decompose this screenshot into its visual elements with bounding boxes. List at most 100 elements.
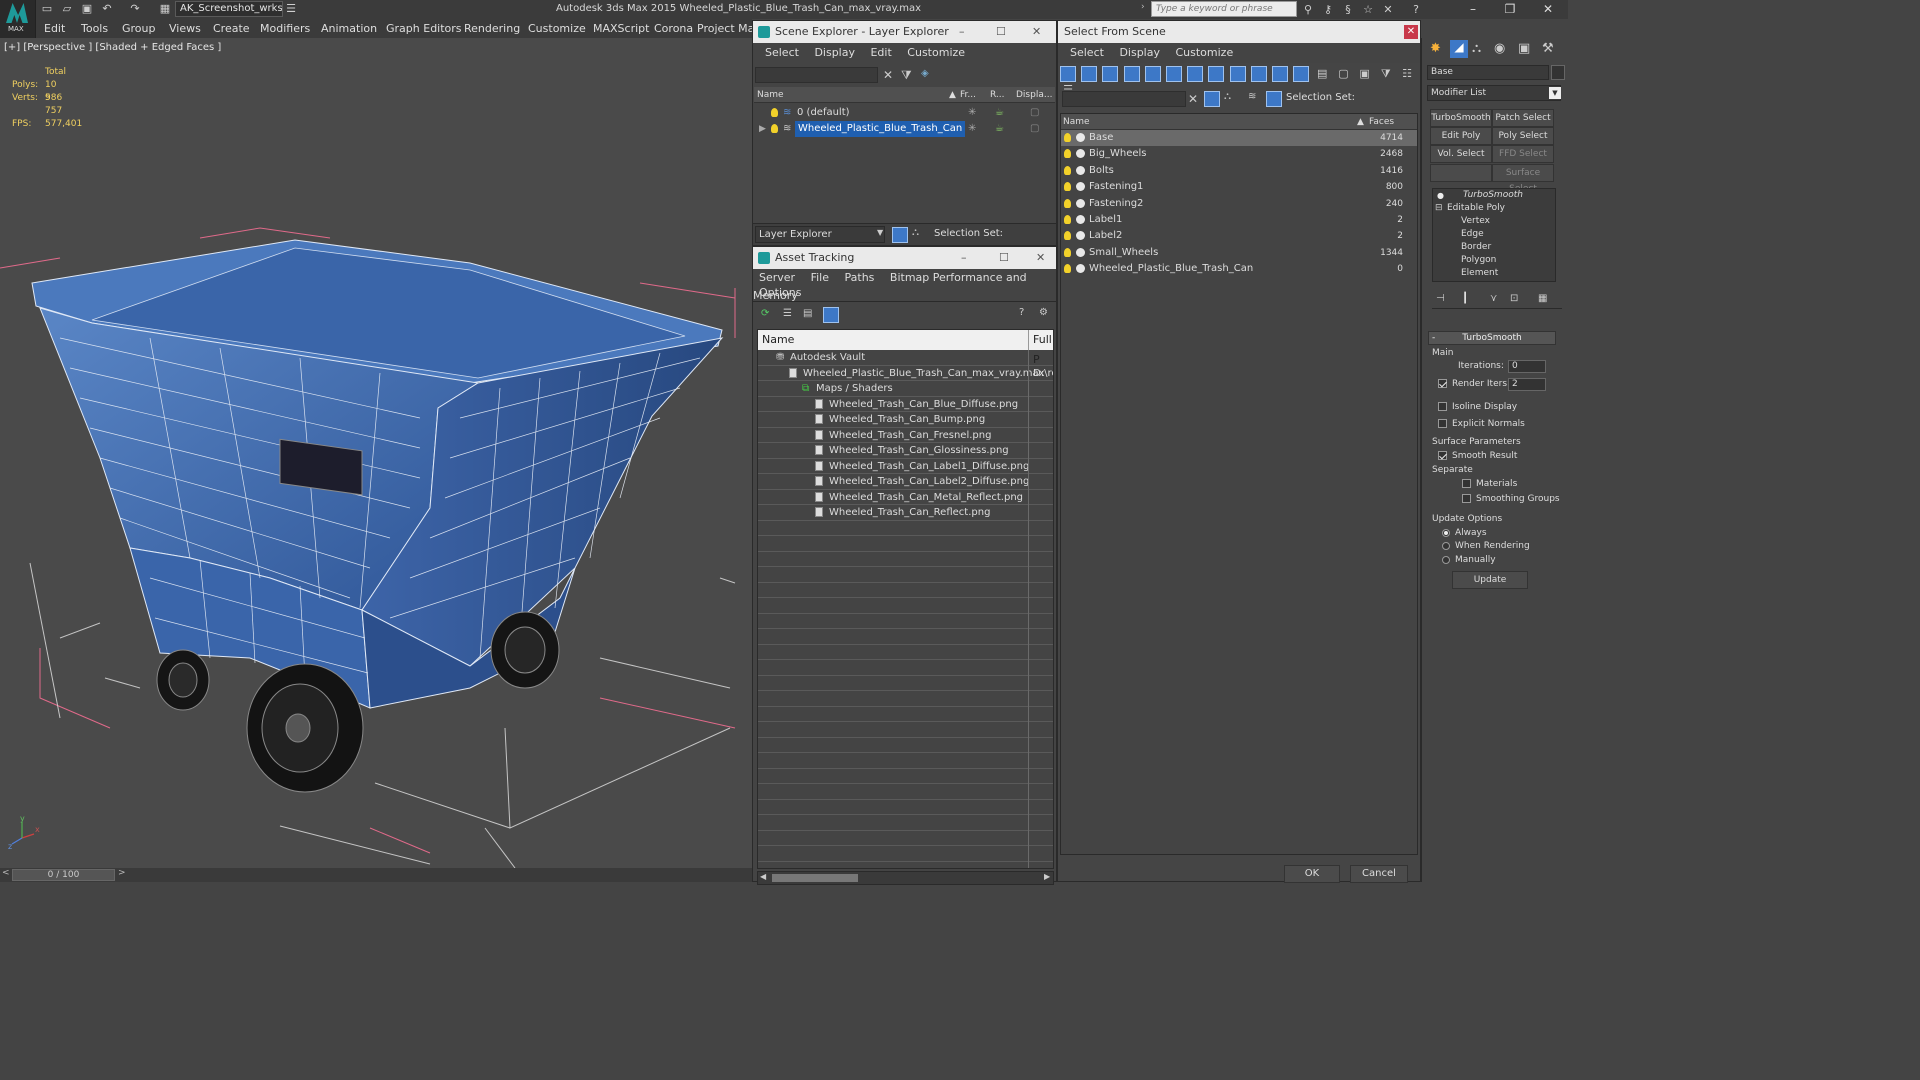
rollout-header[interactable]: - TurboSmooth	[1428, 331, 1556, 345]
asset-tracking-titlebar[interactable]: Asset Tracking – ☐ ✕	[753, 247, 1056, 269]
favorite-icon[interactable]: ☆	[1360, 2, 1376, 17]
filter-icon[interactable]: ⧩	[901, 68, 912, 83]
render-iters-spinner[interactable]: 2	[1508, 378, 1546, 391]
minimize-icon[interactable]: –	[961, 247, 967, 269]
make-unique-icon[interactable]: ⋎	[1490, 293, 1497, 304]
menu-options[interactable]: Options	[759, 286, 801, 299]
undo-icon[interactable]: ↶	[100, 2, 114, 15]
manually-radio[interactable]	[1442, 555, 1450, 564]
poly-select-button[interactable]: Poly Select	[1492, 127, 1554, 145]
hierarchy-tab-icon[interactable]: ⛬	[1472, 41, 1481, 56]
light-bulb-icon[interactable]	[1064, 165, 1071, 175]
select-search-input[interactable]	[1062, 91, 1186, 107]
layer-options-icon[interactable]: ◈	[921, 68, 929, 79]
chevron-down-icon[interactable]: ▼	[877, 228, 883, 237]
object-row[interactable]: Base 4714	[1061, 130, 1417, 147]
save-file-icon[interactable]: ▣	[80, 2, 94, 15]
asset-horizontal-scrollbar[interactable]: ◀ ▶	[757, 871, 1054, 885]
workspace-menu-icon[interactable]: ☰	[284, 2, 298, 15]
help-icon[interactable]: ?	[1408, 2, 1424, 17]
utilities-tab-icon[interactable]: ⚒	[1542, 41, 1554, 56]
exchange-icon[interactable]: §	[1340, 2, 1356, 17]
help-icon[interactable]: ?	[1019, 307, 1024, 318]
asset-row[interactable]: Wheeled_Trash_Can_Reflect.png	[758, 505, 1053, 521]
light-bulb-icon[interactable]	[1064, 247, 1071, 257]
ok-button[interactable]: OK	[1284, 865, 1340, 883]
always-radio[interactable]	[1442, 528, 1450, 537]
scroll-thumb[interactable]	[772, 874, 858, 882]
when-rendering-radio[interactable]	[1442, 541, 1450, 550]
layers-icon[interactable]: ≋	[1248, 91, 1256, 102]
filter-funnel-icon[interactable]: ⧩	[1378, 66, 1394, 82]
key-icon[interactable]: ⚷	[1320, 2, 1336, 17]
light-bulb-icon[interactable]	[1064, 264, 1071, 274]
isoline-display-checkbox[interactable]	[1438, 402, 1447, 411]
expand-icon[interactable]: ▶	[759, 121, 766, 137]
lightbulb-toggle-icon[interactable]: ●	[1437, 189, 1444, 202]
explicit-normals-checkbox[interactable]	[1438, 419, 1447, 428]
asset-row[interactable]: Wheeled_Trash_Can_Glossiness.png	[758, 443, 1053, 459]
menu-group[interactable]: Group	[122, 22, 156, 35]
object-name-field[interactable]: Base	[1427, 65, 1549, 80]
asset-row[interactable]: Wheeled_Trash_Can_Fresnel.png	[758, 428, 1053, 443]
xrefs-filter-icon[interactable]	[1208, 66, 1225, 82]
menu-customize[interactable]: Customize	[528, 22, 586, 35]
hierarchy-icon[interactable]	[1266, 91, 1282, 107]
menu-edit[interactable]: Edit	[870, 46, 891, 59]
light-bulb-icon[interactable]	[771, 108, 778, 117]
object-row[interactable]: Bolts 1416	[1061, 163, 1417, 179]
find-case-icon[interactable]	[1204, 91, 1220, 107]
iterations-spinner[interactable]: 0	[1508, 360, 1546, 373]
modify-tab-icon[interactable]: ◢	[1450, 40, 1468, 58]
menu-select[interactable]: Select	[1070, 46, 1104, 59]
close-icon[interactable]: ✕	[1404, 25, 1418, 39]
menu-paths[interactable]: Paths	[845, 271, 875, 284]
shapes-filter-icon[interactable]	[1081, 66, 1098, 82]
freeze-icon[interactable]: ✳	[968, 121, 976, 137]
cancel-button[interactable]: Cancel	[1350, 865, 1408, 883]
select-from-scene-titlebar[interactable]: Select From Scene ✕	[1058, 21, 1420, 43]
layer-row[interactable]: ≋ 0 (default) ✳ ☕ ▢	[753, 105, 1053, 121]
menu-display[interactable]: Display	[814, 46, 855, 59]
render-teapot-icon[interactable]: ☕	[995, 121, 1004, 137]
render-iters-checkbox[interactable]	[1438, 379, 1447, 388]
light-bulb-icon[interactable]	[1064, 149, 1071, 159]
workspace-dropdown[interactable]: AK_Screenshot_wrksp	[175, 1, 283, 17]
create-tab-icon[interactable]: ✸	[1430, 41, 1441, 56]
vol-select-button[interactable]: Vol. Select	[1430, 145, 1492, 163]
asset-row[interactable]: Wheeled_Plastic_Blue_Trash_Can_max_vray.…	[758, 366, 1053, 381]
object-row[interactable]: Label2 2	[1061, 228, 1417, 244]
menu-server[interactable]: Server	[759, 271, 795, 284]
settings-icon[interactable]: ⚙	[1039, 307, 1048, 318]
table-view-icon[interactable]	[823, 307, 839, 323]
select-none-icon[interactable]: ▢	[1335, 66, 1351, 82]
stack-item[interactable]: Edge	[1433, 228, 1555, 241]
binoculars-icon[interactable]: ⚲	[1300, 2, 1316, 17]
asset-row[interactable]: Wheeled_Trash_Can_Blue_Diffuse.png	[758, 397, 1053, 412]
light-bulb-icon[interactable]	[1064, 182, 1071, 192]
asset-row[interactable]: Wheeled_Trash_Can_Label1_Diffuse.png	[758, 459, 1053, 474]
clear-search-icon[interactable]: ✕	[883, 68, 893, 82]
new-file-icon[interactable]: ▭	[40, 2, 54, 15]
menu-animation[interactable]: Animation	[321, 22, 377, 35]
display-children-icon[interactable]: ☷	[1399, 66, 1415, 82]
time-slider[interactable]: 0 / 100	[12, 869, 115, 881]
object-row[interactable]: Label1 2	[1061, 212, 1417, 228]
asset-row[interactable]: Wheeled_Trash_Can_Label2_Diffuse.png	[758, 474, 1053, 490]
collapse-tree-icon[interactable]: ⊟	[1435, 202, 1443, 215]
modifier-list-dropdown[interactable]: Modifier List	[1427, 85, 1561, 101]
ffd-select-button[interactable]: FFD Select	[1492, 145, 1554, 163]
object-row[interactable]: Fastening1 800	[1061, 179, 1417, 195]
select-all-icon[interactable]: ▤	[1314, 66, 1330, 82]
column-name[interactable]: Name	[762, 330, 794, 350]
menu-views[interactable]: Views	[169, 22, 201, 35]
asset-row[interactable]: ⧉ Maps / Shaders	[758, 381, 1053, 397]
menu-file[interactable]: File	[811, 271, 829, 284]
search-expand-icon[interactable]: ›	[1141, 2, 1145, 12]
stack-item[interactable]: ● TurboSmooth	[1433, 189, 1555, 202]
chevron-down-icon[interactable]: ▼	[1549, 87, 1561, 99]
light-bulb-icon[interactable]	[1064, 214, 1071, 224]
turbosmooth-button[interactable]: TurboSmooth	[1430, 109, 1492, 127]
column-name[interactable]: Name	[1063, 114, 1090, 130]
asset-row[interactable]: Wheeled_Trash_Can_Metal_Reflect.png	[758, 490, 1053, 505]
